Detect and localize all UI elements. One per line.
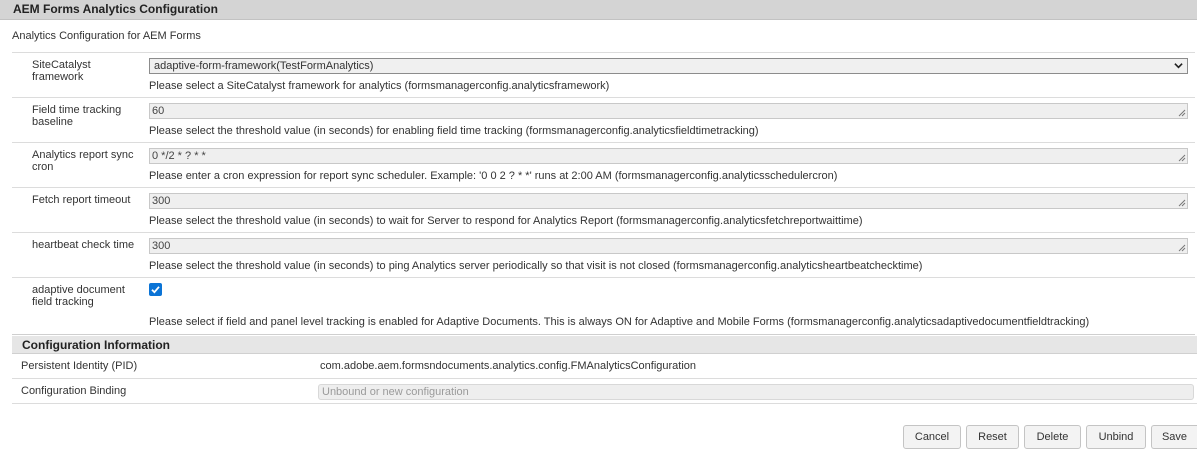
reset-button[interactable]: Reset (966, 425, 1019, 449)
dialog-subtitle: Analytics Configuration for AEM Forms (12, 30, 201, 42)
unbind-button[interactable]: Unbind (1086, 425, 1146, 449)
input-value: 0 */2 * ? * * (152, 150, 206, 162)
field-label: Field time tracking baseline (32, 104, 122, 128)
field-description: Please select if field and panel level t… (149, 316, 1090, 328)
resize-grip-icon[interactable] (1178, 244, 1186, 252)
configuration-binding-field[interactable]: Unbound or new configuration (318, 384, 1194, 400)
input-value: 300 (152, 240, 171, 252)
input-value: 60 (152, 105, 165, 117)
input-value: 300 (152, 195, 171, 207)
configuration-info-header: Configuration Information (12, 336, 1197, 354)
heartbeat-check-time-input[interactable]: 300 (149, 238, 1188, 254)
resize-grip-icon[interactable] (1178, 199, 1186, 207)
select-display[interactable]: adaptive-form-framework(TestFormAnalytic… (149, 58, 1188, 74)
binding-row: Configuration Binding Unbound or new con… (12, 380, 1197, 404)
field-description: Please select a SiteCatalyst framework f… (149, 80, 610, 92)
field-label: Fetch report timeout (32, 194, 131, 206)
field-time-tracking-input[interactable]: 60 (149, 103, 1188, 119)
text-input[interactable]: 300 (149, 193, 1188, 209)
form-row-heartbeat-check-time: heartbeat check time 300 Please select t… (12, 233, 1195, 278)
field-label: SiteCatalyst framework (32, 59, 91, 83)
fetch-report-timeout-input[interactable]: 300 (149, 193, 1188, 209)
report-sync-cron-input[interactable]: 0 */2 * ? * * (149, 148, 1188, 164)
text-input[interactable]: 300 (149, 238, 1188, 254)
text-input[interactable]: 60 (149, 103, 1188, 119)
field-description: Please select the threshold value (in se… (149, 260, 923, 272)
form-row-sitecatalyst-framework: SiteCatalyst framework adaptive-form-fra… (12, 53, 1195, 98)
binding-label: Configuration Binding (21, 385, 127, 397)
form-row-field-time-tracking: Field time tracking baseline 60 Please s… (12, 98, 1195, 143)
field-label: adaptive document field tracking (32, 284, 125, 308)
chevron-down-icon (1174, 63, 1183, 69)
form-row-report-sync-cron: Analytics report sync cron 0 */2 * ? * *… (12, 143, 1195, 188)
field-description: Please select the threshold value (in se… (149, 125, 759, 137)
field-label: heartbeat check time (32, 239, 135, 251)
sitecatalyst-framework-select[interactable]: adaptive-form-framework(TestFormAnalytic… (149, 58, 1188, 74)
text-input[interactable]: 0 */2 * ? * * (149, 148, 1188, 164)
field-label: Analytics report sync cron (32, 149, 134, 173)
resize-grip-icon[interactable] (1178, 109, 1186, 117)
pid-value: com.adobe.aem.formsndocuments.analytics.… (320, 360, 697, 372)
resize-grip-icon[interactable] (1178, 154, 1186, 162)
form-row-fetch-report-timeout: Fetch report timeout 300 Please select t… (12, 188, 1195, 233)
pid-row: Persistent Identity (PID) com.adobe.aem.… (12, 355, 1197, 379)
pid-label: Persistent Identity (PID) (21, 360, 138, 372)
save-button[interactable]: Save (1151, 425, 1197, 449)
form-row-adaptive-document-tracking: adaptive document field tracking Please … (12, 278, 1195, 335)
dialog-title: AEM Forms Analytics Configuration (0, 0, 1197, 20)
select-value: adaptive-form-framework(TestFormAnalytic… (154, 60, 374, 72)
checkmark-icon (151, 286, 160, 294)
field-description: Please enter a cron expression for repor… (149, 170, 838, 182)
delete-button[interactable]: Delete (1024, 425, 1081, 449)
cancel-button[interactable]: Cancel (903, 425, 961, 449)
field-description: Please select the threshold value (in se… (149, 215, 863, 227)
adaptive-document-tracking-checkbox[interactable] (149, 283, 162, 296)
config-form: SiteCatalyst framework adaptive-form-fra… (12, 52, 1195, 335)
